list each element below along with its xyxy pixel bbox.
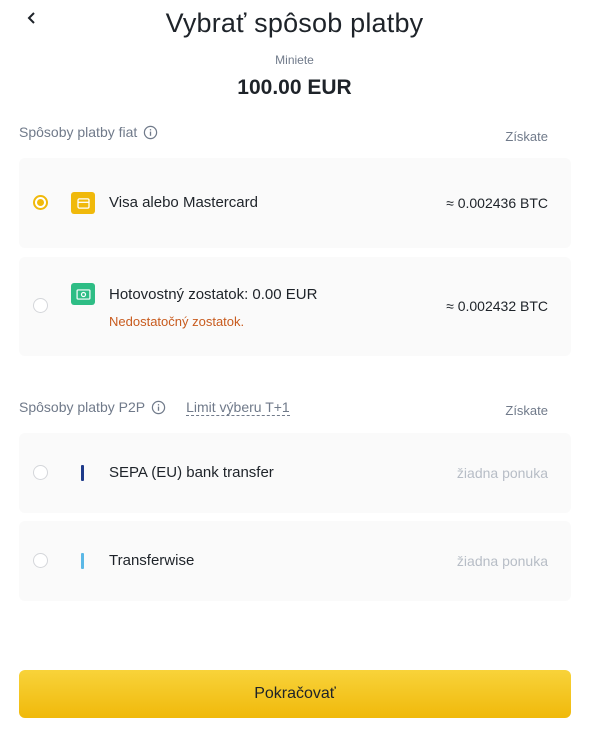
p2p-get-label: Získate xyxy=(505,402,548,418)
payment-method-name: Transferwise xyxy=(109,552,195,569)
radio-selected[interactable] xyxy=(33,195,48,210)
radio-unselected[interactable] xyxy=(33,298,48,313)
withdrawal-limit-link[interactable]: Limit výberu T+1 xyxy=(186,399,290,416)
payment-method-name: SEPA (EU) bank transfer xyxy=(109,464,274,481)
payment-method-amount: ≈ 0.002432 BTC xyxy=(446,298,548,314)
no-offer-label: žiadna ponuka xyxy=(456,465,548,481)
info-icon[interactable] xyxy=(151,400,166,415)
continue-button[interactable]: Pokračovať xyxy=(19,670,571,718)
page-title: Vybrať spôsob platby xyxy=(165,8,424,38)
payment-method-transferwise[interactable]: Transferwise žiadna ponuka xyxy=(19,521,571,601)
payment-method-cash-balance[interactable]: Hotovostný zostatok: 0.00 EUR Nedostatoč… xyxy=(19,257,571,356)
no-offer-label: žiadna ponuka xyxy=(456,553,548,569)
fiat-section-header: Spôsoby platby fiat Získate xyxy=(19,121,571,144)
fiat-section-title: Spôsoby platby fiat xyxy=(19,124,138,140)
p2p-section-header: Spôsoby platby P2P Limit výberu T+1 Získ… xyxy=(19,396,571,418)
fiat-get-label: Získate xyxy=(505,128,548,144)
payment-method-sepa[interactable]: SEPA (EU) bank transfer žiadna ponuka xyxy=(19,433,571,513)
payment-method-amount: ≈ 0.002436 BTC xyxy=(446,195,548,211)
radio-unselected[interactable] xyxy=(33,465,48,480)
info-icon[interactable] xyxy=(143,125,158,140)
sepa-color-bar xyxy=(81,465,84,481)
cash-icon xyxy=(71,283,95,305)
payment-method-visa-mastercard[interactable]: Visa alebo Mastercard ≈ 0.002436 BTC xyxy=(19,158,571,248)
payment-method-name: Hotovostný zostatok: 0.00 EUR xyxy=(109,286,318,303)
insufficient-balance-warning: Nedostatočný zostatok. xyxy=(109,314,245,329)
card-icon xyxy=(71,192,95,214)
payment-method-name: Visa alebo Mastercard xyxy=(109,194,258,211)
amount-label: Miniete xyxy=(275,53,314,67)
transferwise-color-bar xyxy=(81,553,84,569)
p2p-section-title: Spôsoby platby P2P xyxy=(19,399,146,415)
amount-value: 100.00 EUR xyxy=(237,76,352,99)
radio-unselected[interactable] xyxy=(33,553,48,568)
